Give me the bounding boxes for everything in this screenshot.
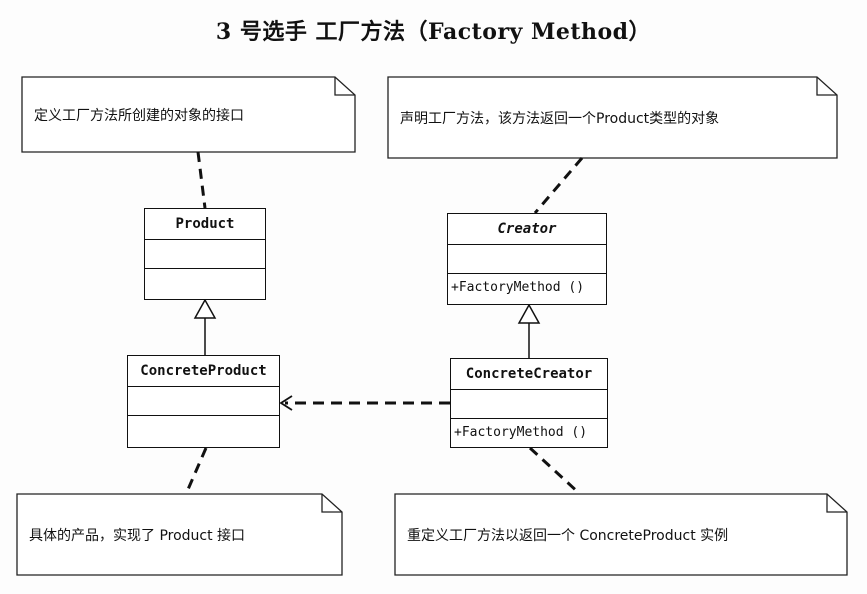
concrete-creator-note: 重定义工厂方法以返回一个 ConcreteProduct 实例 [395, 494, 827, 575]
product-note-text: 定义工厂方法所创建的对象的接口 [34, 107, 244, 124]
concrete-product-class-name: ConcreteProduct [128, 356, 279, 387]
concrete-creator-class: ConcreteCreator +FactoryMethod () [450, 358, 608, 448]
concrete-product-note-text: 具体的产品，实现了 Product 接口 [29, 527, 246, 544]
creator-note: 声明工厂方法，该方法返回一个Product类型的对象 [388, 77, 817, 158]
creates-dependency-arrow [279, 395, 450, 411]
concrete-creator-attributes [451, 390, 607, 419]
creator-note-anchor [533, 157, 584, 214]
creator-class: Creator +FactoryMethod () [447, 213, 607, 305]
concrete-creator-operation: +FactoryMethod () [454, 425, 588, 440]
creator-attributes [448, 245, 606, 274]
product-note: 定义工厂方法所创建的对象的接口 [22, 77, 335, 152]
concrete-creator-class-name: ConcreteCreator [451, 359, 607, 390]
product-class-name: Product [145, 209, 265, 240]
concrete-product-attributes [128, 387, 279, 416]
creator-operation: +FactoryMethod () [451, 280, 585, 295]
concrete-product-operations [128, 416, 279, 444]
product-inheritance-arrow [193, 298, 217, 355]
creator-class-name: Creator [448, 214, 606, 245]
product-operations [145, 269, 265, 297]
concrete-product-note-anchor [184, 447, 208, 495]
concrete-creator-note-text: 重定义工厂方法以返回一个 ConcreteProduct 实例 [407, 527, 729, 544]
product-class: Product [144, 208, 266, 300]
creator-inheritance-arrow [517, 303, 541, 358]
product-note-anchor [196, 151, 207, 209]
product-attributes [145, 240, 265, 269]
creator-note-text: 声明工厂方法，该方法返回一个Product类型的对象 [400, 110, 720, 127]
concrete-product-note: 具体的产品，实现了 Product 接口 [17, 494, 322, 575]
concrete-creator-note-anchor [528, 446, 582, 496]
concrete-product-class: ConcreteProduct [127, 355, 280, 448]
